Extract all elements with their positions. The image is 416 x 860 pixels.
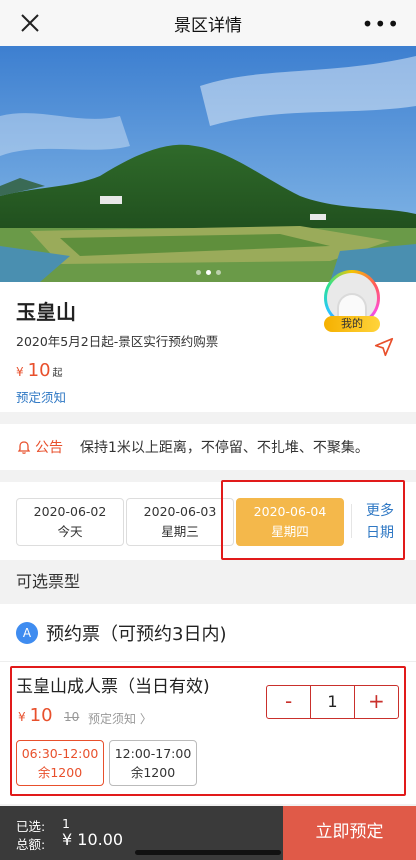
carousel-dot [195, 270, 201, 275]
navigation-icon[interactable] [373, 336, 395, 358]
price-suffix: 起 [52, 368, 63, 379]
announcement-bar[interactable]: 公告 保持1米以上距离，不停留、不扎堆、不聚集。 [0, 424, 416, 470]
date-label: 星期三 [161, 524, 199, 539]
scenic-price: ¥10 起 [16, 360, 63, 381]
mine-badge[interactable]: 我的 [324, 316, 380, 332]
highlight-box [10, 666, 406, 796]
book-now-button[interactable]: 立即预定 [283, 806, 416, 860]
banner-image [0, 46, 416, 282]
date-value: 2020-06-02 [33, 504, 107, 519]
close-icon[interactable] [18, 11, 42, 35]
page-title: 景区详情 [174, 15, 242, 36]
total-label: 总额: [16, 837, 46, 852]
total-amount: ¥ 10.00 [62, 830, 124, 849]
date-option-wednesday[interactable]: 2020-06-03 星期三 [126, 498, 234, 546]
nav-bar: 景区详情 ••• [0, 0, 416, 46]
scenic-notice: 2020年5月2日起-景区实行预约购票 [16, 334, 219, 349]
booking-notice-link[interactable]: 预定须知 [16, 387, 66, 406]
carousel-dot-active [205, 270, 211, 275]
selected-label: 已选: [16, 819, 46, 834]
more-icon[interactable]: ••• [362, 12, 400, 36]
section-title: 可选票型 [0, 560, 416, 604]
date-option-today[interactable]: 2020-06-02 今天 [16, 498, 124, 546]
highlight-box [221, 480, 405, 560]
bell-icon [17, 441, 31, 454]
carousel-dot [215, 270, 221, 275]
scenic-name: 玉皇山 [16, 300, 76, 324]
announcement-text: 保持1米以上距离，不停留、不扎堆、不聚集。 [80, 440, 369, 456]
home-indicator [135, 850, 281, 855]
date-label: 今天 [57, 524, 83, 539]
scenic-info-card: 玉皇山 2020年5月2日起-景区实行预约购票 ¥10 起 预定须知 我的 [0, 270, 416, 412]
reservation-icon: A [16, 621, 38, 644]
banner-carousel[interactable] [0, 46, 416, 282]
price-value: 10 [27, 360, 51, 381]
date-value: 2020-06-03 [143, 504, 217, 519]
announcement-tag: 公告 [35, 440, 63, 456]
ticket-group-header: A 预约票（可预约3日内) [0, 604, 416, 662]
currency-symbol: ¥ [16, 365, 24, 379]
scenic-detail-page: 景区详情 ••• 玉皇山 2020年5月2日起-景区实行预约购票 ¥ 10 起 … [0, 0, 416, 860]
ticket-group-label: 预约票（可预约3日内) [46, 623, 227, 645]
selected-count: 1 [62, 816, 70, 831]
